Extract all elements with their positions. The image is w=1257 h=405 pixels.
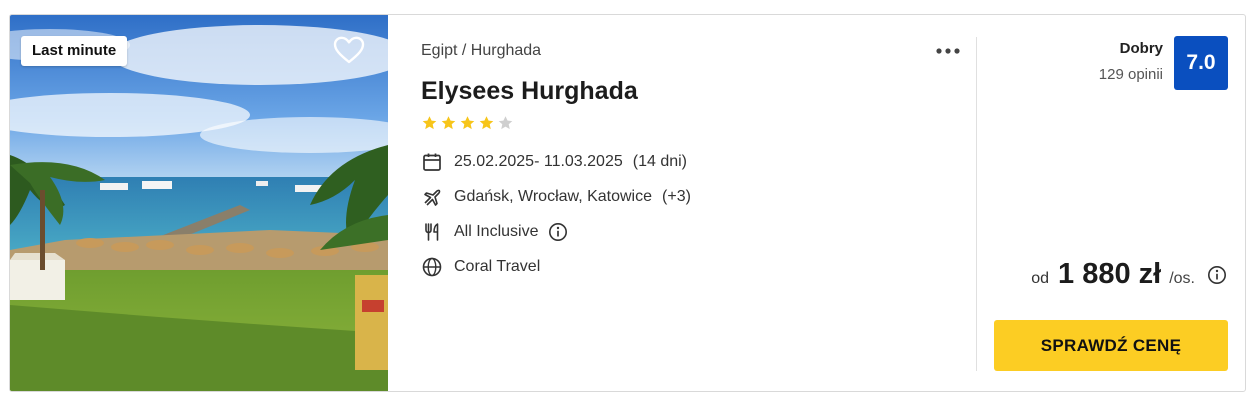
globe-icon: [422, 257, 442, 277]
dates-row: 25.02.2025- 11.03.2025 (14 dni): [421, 151, 687, 173]
more-dots-icon[interactable]: [933, 41, 963, 61]
cutlery-icon: [425, 223, 439, 241]
last-minute-badge: Last minute: [21, 36, 128, 66]
heart-icon[interactable]: [332, 33, 366, 67]
departure-more[interactable]: (+3): [662, 188, 691, 206]
calendar-icon: [423, 153, 441, 171]
operator-row: Coral Travel: [421, 256, 540, 278]
star-icon: [422, 116, 437, 130]
star-rating: [421, 115, 514, 131]
info-icon[interactable]: [548, 222, 568, 242]
duration-text: (14 dni): [632, 153, 687, 170]
price-prefix: od: [1031, 270, 1050, 287]
offer-info: Egipt / Hurghada Elysees Hurghada 25.02.…: [421, 15, 981, 391]
check-price-button[interactable]: SPRAWDŹ CENĘ: [994, 320, 1228, 371]
hotel-photo[interactable]: Last minute: [10, 15, 388, 391]
offer-card[interactable]: Last minute Egipt / Hurghada Elysees Hur…: [9, 14, 1246, 392]
divider: [976, 37, 977, 371]
star-icon: [460, 116, 475, 130]
price-value: 1 880 zł: [1058, 258, 1162, 290]
hotel-photo-image: [10, 15, 388, 391]
dates-text: 25.02.2025- 11.03.2025: [454, 153, 623, 170]
hotel-name[interactable]: Elysees Hurghada: [421, 77, 638, 106]
operator-text[interactable]: Coral Travel: [454, 258, 540, 276]
price-suffix: /os.: [1169, 270, 1195, 287]
breadcrumb[interactable]: Egipt / Hurghada: [421, 42, 541, 60]
price: od 1 880 zł /os.: [1031, 258, 1227, 291]
departure-text: Gdańsk, Wrocław, Katowice: [454, 188, 653, 205]
plane-icon: [424, 189, 441, 206]
star-icon: [498, 116, 513, 130]
review-count[interactable]: 129 opinii: [1099, 66, 1163, 83]
board-text: All Inclusive: [454, 223, 539, 240]
price-info-icon[interactable]: [1207, 265, 1227, 285]
rating-label: Dobry: [1119, 40, 1163, 57]
score-badge: 7.0: [1174, 36, 1228, 90]
departure-row: Gdańsk, Wrocław, Katowice (+3): [421, 186, 691, 208]
board-row: All Inclusive: [421, 221, 568, 243]
star-icon: [441, 116, 456, 130]
star-icon: [479, 116, 494, 130]
